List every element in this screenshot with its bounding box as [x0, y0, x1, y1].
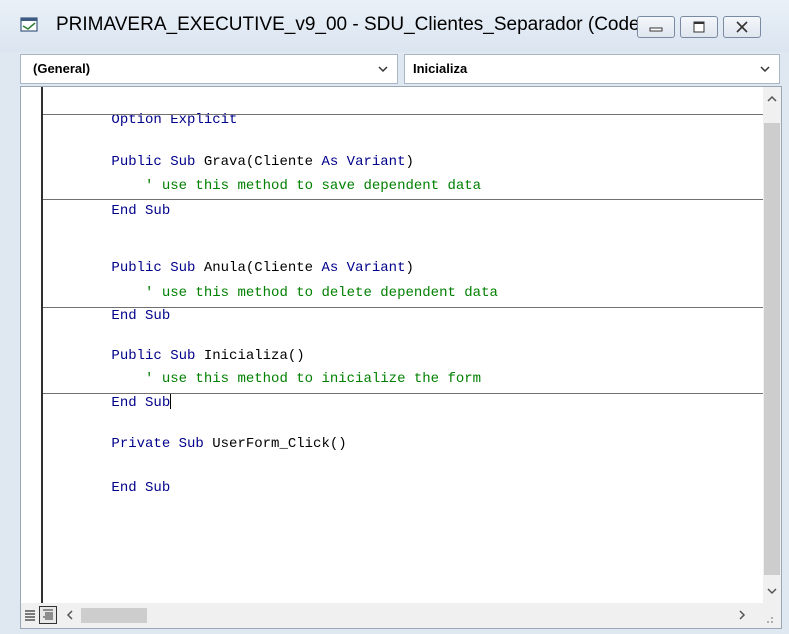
scroll-left-icon[interactable] [65, 609, 75, 621]
vertical-scroll-thumb[interactable] [764, 123, 780, 575]
scroll-up-icon[interactable] [766, 93, 778, 105]
vba-code-window-icon[interactable] [20, 16, 40, 34]
maximize-button[interactable] [680, 16, 718, 38]
scroll-down-icon[interactable] [766, 585, 778, 597]
object-combobox-value: (General) [33, 61, 91, 76]
margin-indicator-bar[interactable] [21, 87, 43, 603]
keyword: End Sub [111, 308, 171, 324]
close-icon [736, 21, 748, 33]
procedure-separator [43, 114, 763, 115]
procedure-view-button[interactable] [21, 606, 39, 624]
code-line[interactable]: End Sub [61, 184, 170, 238]
close-button[interactable] [723, 16, 761, 38]
code-editor[interactable]: Option Explicit Public Sub Grava(Cliente… [43, 87, 763, 603]
text-caret [170, 393, 172, 409]
bottom-bar [21, 603, 781, 628]
title-bar[interactable]: PRIMAVERA_EXECUTIVE_v9_00 - SDU_Clientes… [0, 0, 789, 52]
keyword: End Sub [111, 480, 171, 496]
identifier: UserForm_Click() [203, 436, 347, 452]
horizontal-scroll-thumb[interactable] [81, 608, 147, 623]
scroll-right-icon[interactable] [737, 609, 747, 621]
keyword: End Sub [111, 203, 171, 219]
window-title: PRIMAVERA_EXECUTIVE_v9_00 - SDU_Clientes… [56, 14, 646, 35]
code-window[interactable]: Option Explicit Public Sub Grava(Cliente… [20, 86, 782, 629]
code-line[interactable]: End Sub [61, 461, 170, 515]
procedure-view-icon [25, 610, 35, 621]
minimize-icon [649, 27, 663, 32]
full-module-view-icon [43, 609, 53, 620]
resize-grip-icon[interactable] [761, 611, 775, 625]
keyword: End Sub [111, 395, 171, 411]
maximize-icon [693, 21, 705, 33]
minimize-button[interactable] [637, 16, 675, 38]
keyword: Private Sub [111, 436, 204, 452]
procedure-separator [43, 307, 763, 308]
procedure-combobox[interactable]: Inicializa [404, 54, 780, 84]
procedure-separator [43, 393, 763, 394]
full-module-view-button[interactable] [39, 606, 57, 624]
procedure-separator [43, 199, 763, 200]
chevron-down-icon[interactable] [377, 63, 389, 75]
object-combobox[interactable]: (General) [20, 54, 398, 84]
vertical-scrollbar[interactable] [763, 87, 781, 603]
procedure-combobox-value: Inicializa [413, 61, 468, 76]
chevron-down-icon[interactable] [759, 63, 771, 75]
